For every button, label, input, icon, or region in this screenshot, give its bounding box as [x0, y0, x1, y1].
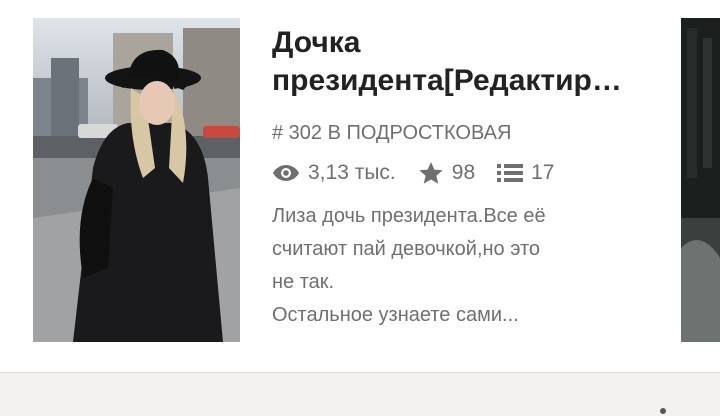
- story-title[interactable]: Дочка президента[Редактир…: [272, 24, 652, 100]
- reads-stat: 3,13 тыс.: [272, 161, 396, 185]
- footer-bar: [0, 373, 720, 416]
- eye-icon: [272, 163, 300, 183]
- parts-count: 17: [531, 161, 555, 184]
- list-icon: [497, 162, 524, 184]
- dots-icon[interactable]: [660, 408, 666, 414]
- story-stats: 3,13 тыс. 98 17: [272, 158, 576, 188]
- votes-stat: 98: [418, 161, 475, 185]
- story-ranking[interactable]: # 302 В ПОДРОСТКОВАЯ: [272, 121, 511, 145]
- description-line: не так.: [272, 271, 335, 293]
- story-cover-image[interactable]: [33, 18, 240, 342]
- description-line: считают пай девочкой,но это: [272, 238, 541, 260]
- next-story-cover-image[interactable]: [681, 18, 720, 342]
- description-line: Остальное узнаете сами...: [272, 304, 519, 326]
- reads-count: 3,13 тыс.: [308, 161, 396, 184]
- story-info: Дочка президента[Редактир…: [272, 24, 652, 100]
- parts-stat: 17: [497, 161, 554, 185]
- story-card[interactable]: Дочка президента[Редактир… # 302 В ПОДРО…: [0, 0, 720, 372]
- description-line: Лиза дочь президента.Все её: [272, 205, 546, 227]
- story-title-line-1[interactable]: Дочка: [272, 24, 632, 62]
- story-description: Лиза дочь президента.Все её считают пай …: [272, 200, 652, 332]
- votes-count: 98: [451, 161, 476, 184]
- story-title-line-2[interactable]: президента[Редактир…: [272, 62, 632, 100]
- star-icon: [418, 161, 444, 185]
